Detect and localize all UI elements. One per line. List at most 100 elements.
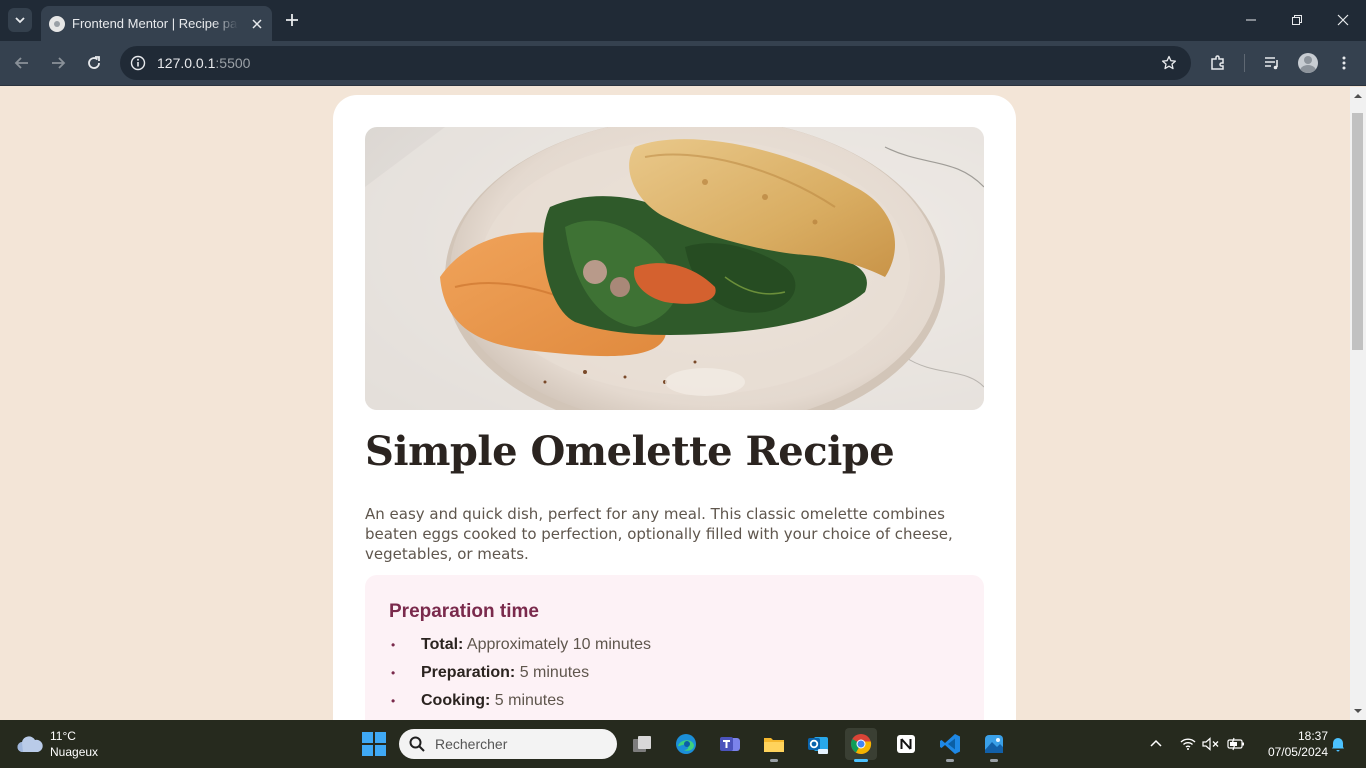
folder-icon	[764, 738, 784, 752]
teams-app[interactable]	[714, 728, 746, 760]
list-item: • Cooking: 5 minutes	[389, 691, 651, 719]
wifi-icon	[1180, 738, 1196, 750]
task-view-button[interactable]	[626, 728, 658, 760]
prep-item-label: Cooking:	[421, 692, 491, 709]
vscode-app[interactable]	[934, 728, 966, 762]
close-icon	[252, 18, 262, 29]
outlook-icon	[808, 737, 828, 754]
page-scrollbar[interactable]	[1350, 87, 1366, 720]
scroll-up-icon[interactable]	[1354, 92, 1362, 100]
minimize-button[interactable]	[1241, 10, 1261, 30]
restore-button[interactable]	[1287, 10, 1307, 30]
outlook-app[interactable]	[802, 728, 834, 760]
chrome-app[interactable]	[845, 728, 877, 762]
cloud-icon	[17, 736, 43, 753]
wifi-status[interactable]	[1178, 734, 1198, 754]
scroll-down-icon[interactable]	[1354, 707, 1362, 715]
toolbar-separator	[1244, 54, 1245, 72]
notion-icon	[897, 735, 915, 753]
show-hidden-icons-button[interactable]	[1146, 734, 1166, 754]
clock-time: 18:37	[1297, 729, 1328, 743]
avatar	[1298, 53, 1318, 73]
taskbar-search[interactable]: Rechercher	[399, 729, 617, 759]
weather-description: Nuageux	[50, 745, 99, 759]
reload-icon	[88, 56, 100, 69]
site-info-button[interactable]	[128, 53, 148, 73]
search-placeholder: Rechercher	[435, 736, 508, 752]
clock-date: 07/05/2024	[1267, 745, 1328, 759]
omelette-photo	[365, 127, 984, 410]
start-button[interactable]	[362, 732, 386, 756]
prep-item-value: 5 minutes	[490, 692, 565, 709]
bullet-icon: •	[391, 666, 396, 680]
notion-app[interactable]	[890, 728, 922, 760]
plus-icon	[286, 14, 298, 26]
more-vertical-icon	[1342, 56, 1346, 70]
windows-logo-tile	[362, 745, 373, 756]
notifications-button[interactable]	[1328, 734, 1348, 754]
new-tab-button[interactable]	[282, 10, 302, 30]
bell-icon	[1332, 738, 1344, 752]
page-viewport: Simple Omelette Recipe An easy and quick…	[0, 87, 1350, 720]
chevron-down-icon	[15, 17, 25, 24]
battery-status[interactable]	[1226, 734, 1246, 754]
teams-icon	[720, 737, 740, 751]
info-icon	[130, 55, 146, 71]
running-indicator	[770, 759, 778, 762]
tab-close-button[interactable]	[248, 15, 266, 33]
volume-status[interactable]	[1201, 734, 1221, 754]
edge-icon	[676, 734, 696, 754]
profile-button[interactable]	[1297, 52, 1319, 74]
forward-button[interactable]	[48, 53, 68, 73]
url-port: :5500	[215, 55, 251, 71]
running-indicator	[854, 759, 868, 762]
file-explorer-app[interactable]	[758, 728, 790, 762]
prep-item-label: Preparation:	[421, 664, 516, 681]
star-icon	[1161, 55, 1177, 70]
edge-app[interactable]	[670, 728, 702, 760]
close-window-button[interactable]	[1333, 10, 1353, 30]
chrome-icon	[850, 734, 872, 755]
media-controls-button[interactable]	[1261, 52, 1283, 74]
puzzle-icon	[1211, 55, 1224, 70]
list-item: • Total: Approximately 10 minutes	[389, 635, 651, 663]
windows-logo-tile	[375, 732, 386, 743]
scrollbar-thumb[interactable]	[1352, 113, 1363, 350]
browser-tab-active[interactable]: Frontend Mentor | Recipe page	[41, 6, 272, 41]
prep-item-value: 5 minutes	[515, 664, 590, 681]
preparation-time-section: Preparation time • Total: Approximately …	[365, 575, 984, 720]
back-button[interactable]	[12, 53, 32, 73]
extensions-button[interactable]	[1207, 52, 1229, 74]
media-queue-icon	[1265, 57, 1278, 70]
photos-app[interactable]	[978, 728, 1010, 762]
search-icon	[409, 736, 425, 752]
volume-muted-icon	[1202, 737, 1219, 751]
weather-temperature: 11°C	[50, 729, 76, 743]
minimize-icon	[1246, 19, 1256, 21]
recipe-description: An easy and quick dish, perfect for any …	[365, 505, 953, 563]
chevron-up-icon	[1150, 739, 1162, 747]
browser-toolbar: 127.0.0.1:5500	[0, 41, 1366, 86]
restore-icon	[1292, 15, 1302, 25]
photos-icon	[985, 735, 1003, 753]
running-indicator	[946, 759, 954, 762]
windows-taskbar: 11°C Nuageux Rechercher 18:37 07/05/2024	[0, 720, 1366, 768]
preparation-time-heading: Preparation time	[389, 601, 539, 622]
arrow-right-icon	[52, 57, 66, 69]
bookmark-button[interactable]	[1159, 53, 1179, 73]
task-view-icon	[633, 736, 651, 752]
reload-button[interactable]	[84, 53, 104, 73]
prep-item-value: Approximately 10 minutes	[463, 636, 652, 653]
arrow-left-icon	[14, 57, 28, 69]
address-bar[interactable]: 127.0.0.1:5500	[120, 46, 1191, 80]
tab-search-button[interactable]	[8, 8, 32, 32]
weather-widget[interactable]: 11°C Nuageux	[16, 728, 98, 760]
list-item: • Preparation: 5 minutes	[389, 663, 651, 691]
browser-menu-button[interactable]	[1333, 52, 1355, 74]
omelette-image	[365, 127, 984, 410]
bullet-icon: •	[391, 694, 396, 708]
system-clock[interactable]: 18:37 07/05/2024	[1256, 728, 1328, 760]
preparation-time-list: • Total: Approximately 10 minutes • Prep…	[389, 635, 651, 719]
url-text[interactable]: 127.0.0.1:5500	[157, 55, 250, 71]
vscode-icon	[940, 734, 960, 754]
